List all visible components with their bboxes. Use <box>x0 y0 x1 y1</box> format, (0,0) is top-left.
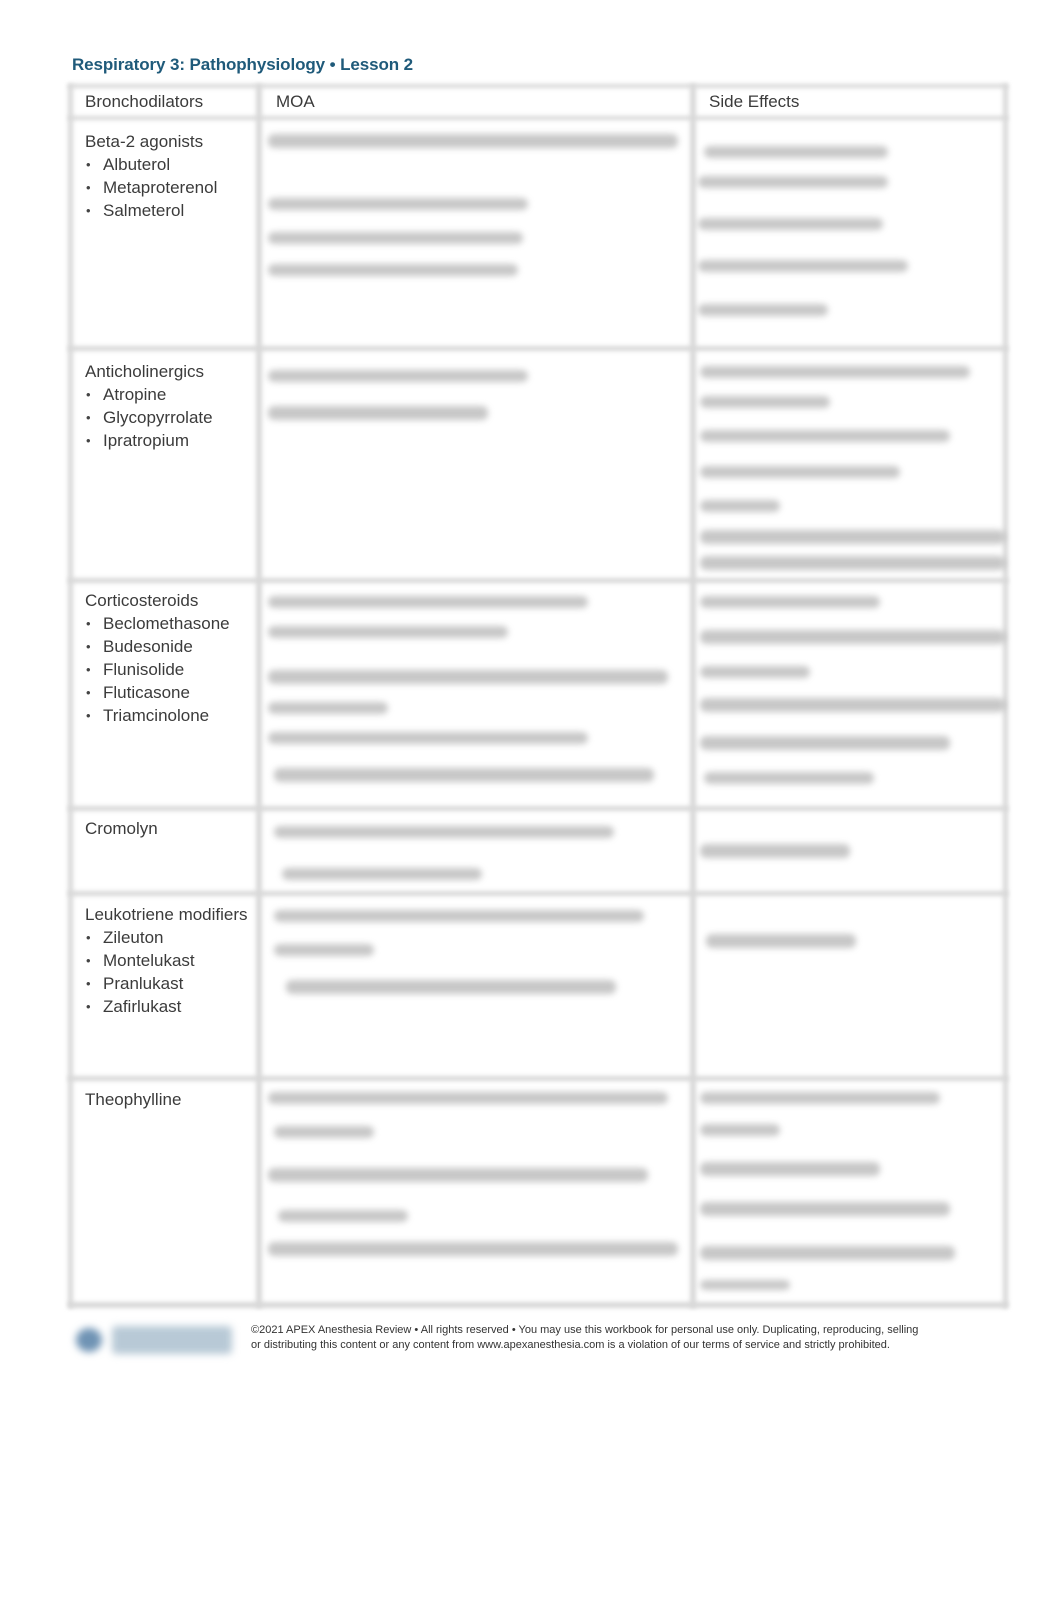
logo-wordmark <box>112 1326 232 1354</box>
drug-item: Fluticasone <box>85 681 255 704</box>
table-row-theophylline: Theophylline <box>85 1088 255 1111</box>
drug-table: Bronchodilators MOA Side Effects Beta-2 … <box>68 84 1008 1308</box>
drug-category: Corticosteroids <box>85 591 199 610</box>
row-divider <box>68 806 1008 811</box>
drug-item: Flunisolide <box>85 658 255 681</box>
page-title: Respiratory 3: Pathophysiology • Lesson … <box>72 55 413 74</box>
column-header-side-effects: Side Effects <box>709 92 800 111</box>
column-divider <box>690 84 696 1308</box>
table-border-right <box>1003 84 1008 1308</box>
copyright-line-1: ©2021 APEX Anesthesia Review • All right… <box>251 1324 919 1336</box>
drug-item: Glycopyrrolate <box>85 406 255 429</box>
row-divider <box>68 578 1008 583</box>
drug-category: Anticholinergics <box>85 362 205 381</box>
column-divider <box>256 84 262 1308</box>
drug-item: Pranlukast <box>85 972 255 995</box>
row-divider <box>68 1076 1008 1081</box>
table-row-anticholinergics: Anticholinergics Atropine Glycopyrrolate… <box>85 360 255 452</box>
table-border-top <box>68 84 1008 88</box>
table-border-bottom <box>68 1302 1008 1308</box>
drug-item: Salmeterol <box>85 199 255 222</box>
copyright-line-2: or distributing this content or any cont… <box>251 1339 890 1351</box>
drug-item: Atropine <box>85 383 255 406</box>
drug-category: Theophylline <box>85 1090 182 1109</box>
drug-item: Zileuton <box>85 926 255 949</box>
drug-item: Ipratropium <box>85 429 255 452</box>
table-row-cromolyn: Cromolyn <box>85 817 255 840</box>
table-row-beta2-agonists: Beta-2 agonists Albuterol Metaproterenol… <box>85 130 255 222</box>
drug-item: Budesonide <box>85 635 255 658</box>
drug-item: Triamcinolone <box>85 704 255 727</box>
drug-item: Zafirlukast <box>85 995 255 1018</box>
table-row-leukotriene-modifiers: Leukotriene modifiers Zileuton Monteluka… <box>85 903 255 1018</box>
drug-category: Beta-2 agonists <box>85 132 204 151</box>
copyright-notice: ©2021 APEX Anesthesia Review • All right… <box>251 1323 971 1353</box>
row-divider <box>68 891 1008 896</box>
row-divider <box>68 346 1008 351</box>
drug-item: Metaproterenol <box>85 176 255 199</box>
drug-category: Cromolyn <box>85 819 158 838</box>
column-header-bronchodilators: Bronchodilators <box>85 92 204 111</box>
table-border-left <box>68 84 73 1308</box>
header-divider <box>68 116 1008 120</box>
drug-category: Leukotriene modifiers <box>85 905 248 924</box>
table-row-corticosteroids: Corticosteroids Beclomethasone Budesonid… <box>85 589 255 727</box>
apex-anesthesia-logo <box>70 1318 240 1362</box>
column-header-moa: MOA <box>276 92 315 111</box>
drug-item: Albuterol <box>85 153 255 176</box>
drug-item: Beclomethasone <box>85 612 255 635</box>
logo-mark-icon <box>76 1328 102 1352</box>
drug-item: Montelukast <box>85 949 255 972</box>
